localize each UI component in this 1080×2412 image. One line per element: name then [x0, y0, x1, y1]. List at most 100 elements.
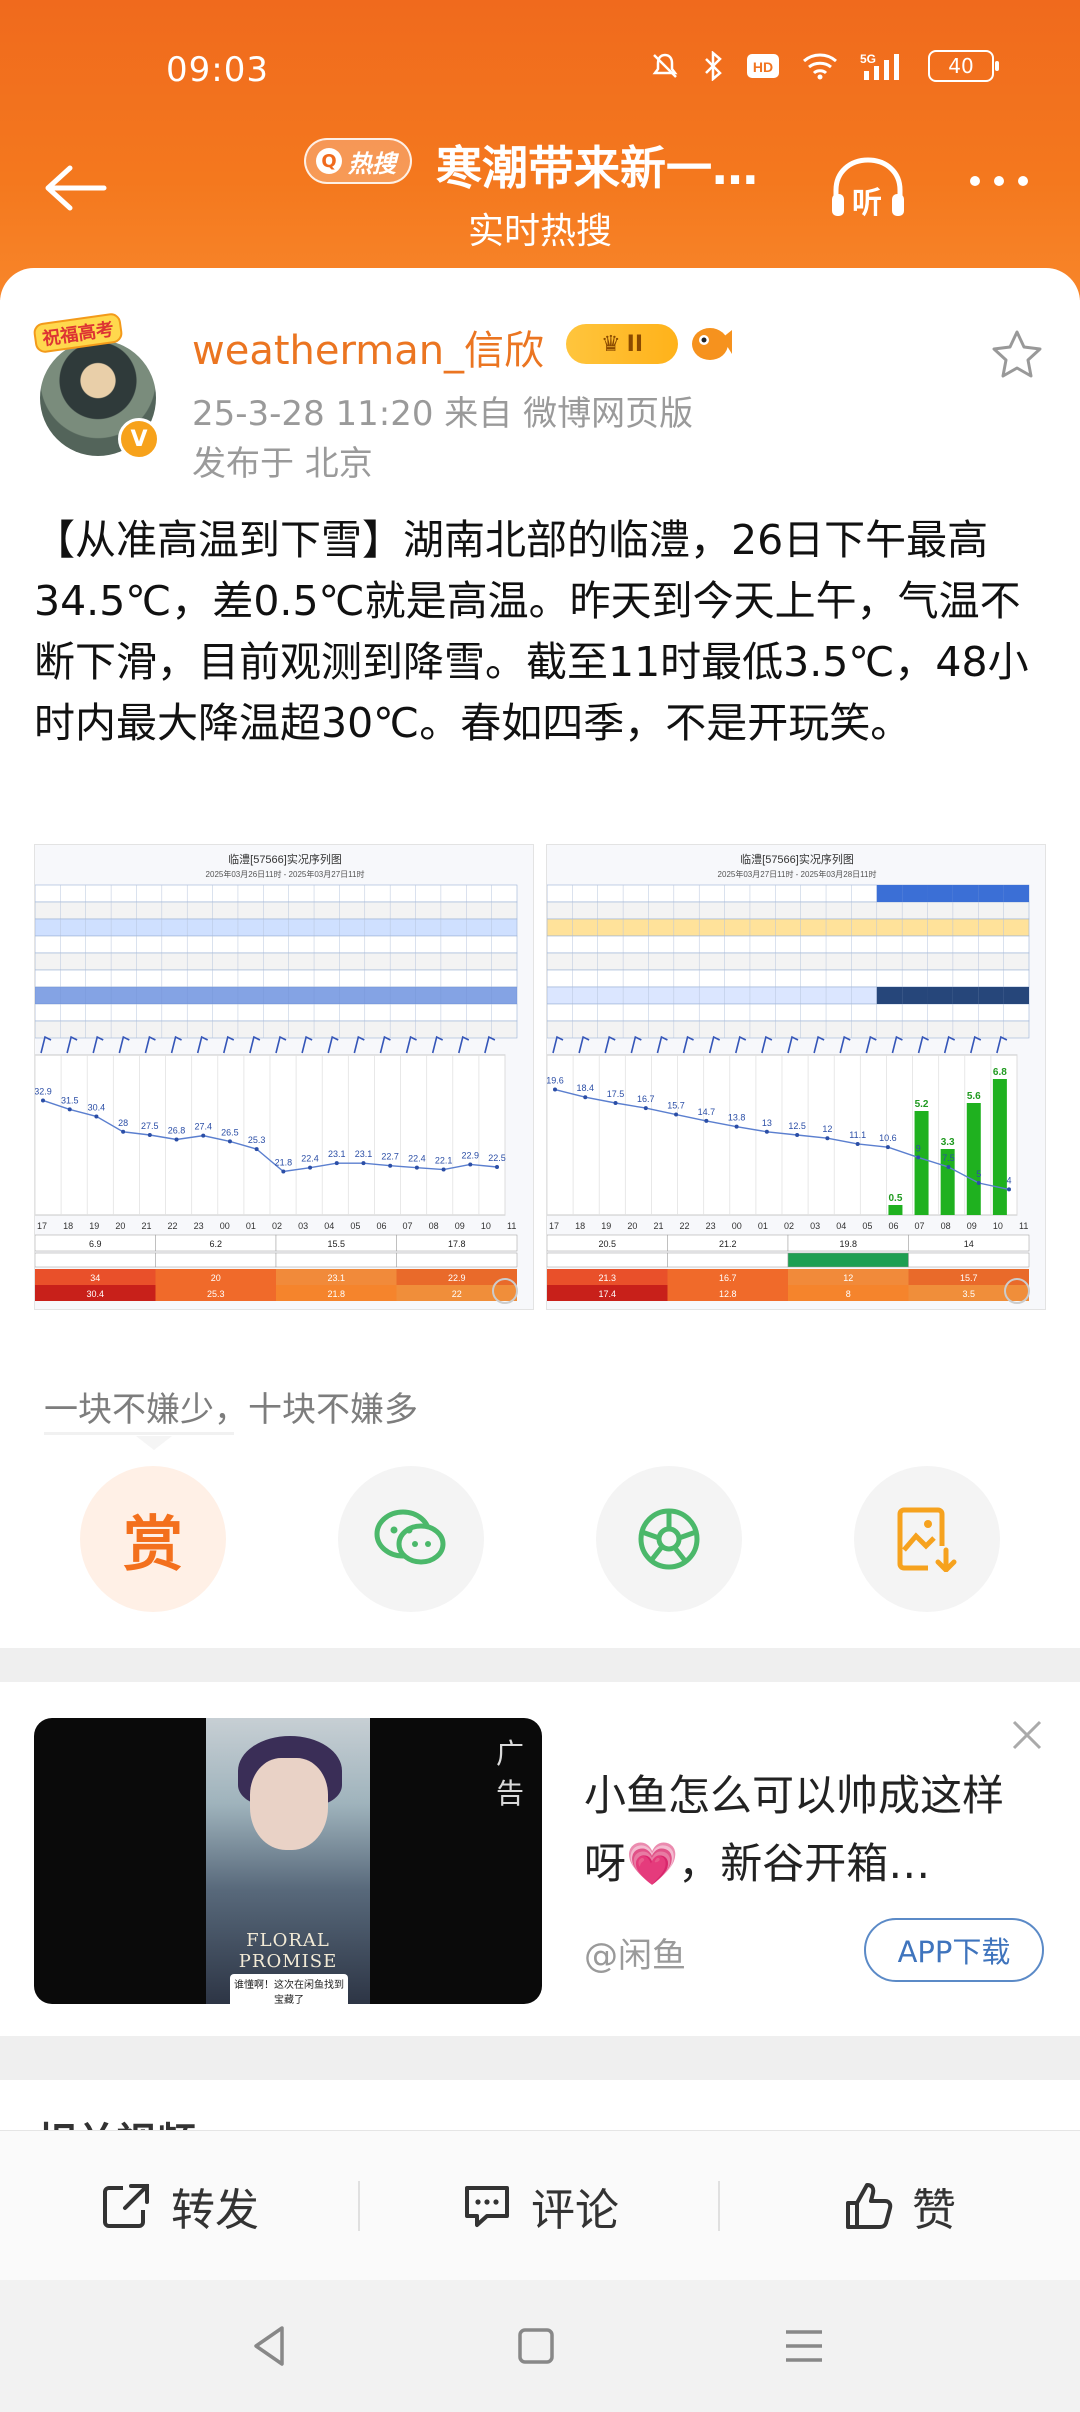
chart-table-row — [35, 1003, 518, 1022]
precip-label: 5.6 — [967, 1091, 981, 1102]
ad-media[interactable]: FLORAL PROMISE 谁懂啊！这次在闲鱼找到宝藏了 广告 — [34, 1718, 542, 2004]
status-icons: HD 5G 40 — [650, 50, 999, 82]
share-moments-button[interactable] — [596, 1466, 742, 1612]
precip-bar — [888, 1205, 903, 1215]
temperature-point — [795, 1133, 800, 1137]
temperature-point — [361, 1161, 366, 1166]
summary-lo-value: 8 — [846, 1289, 851, 1299]
comment-label: 评论 — [531, 2185, 619, 2236]
temperature-label: 27.5 — [141, 1121, 159, 1131]
reward-tip: 一块不嫌少，十块不嫌多 — [44, 1390, 418, 1430]
avatar-wrap[interactable]: 祝福高考 V — [32, 312, 160, 460]
temperature-label: 22.4 — [408, 1154, 426, 1164]
hour-label: 20 — [627, 1221, 637, 1231]
chart-title: 临澧[57566]实况序列图 — [228, 852, 342, 866]
temperature-label: 7.5 — [942, 1153, 955, 1163]
temperature-point — [704, 1118, 709, 1123]
summary-value: 14 — [964, 1239, 974, 1249]
temperature-point — [764, 1129, 769, 1134]
summary-cell — [547, 1252, 668, 1268]
temperature-label: 26.5 — [221, 1127, 239, 1137]
fan-badge-icon[interactable] — [688, 322, 734, 364]
summary-cell — [787, 1252, 909, 1268]
crown-icon: ♛ — [600, 331, 621, 357]
vip-level: II — [626, 331, 644, 357]
nav-title[interactable]: 寒潮带来新一… — [436, 132, 758, 198]
hour-label: 21 — [653, 1221, 663, 1231]
weather-chart-image-2[interactable]: 临澧[57566]实况序列图 2025年03月27日11时 - 2025年03月2… — [546, 844, 1046, 1310]
listen-button[interactable]: 听 — [828, 154, 908, 224]
repost-icon — [103, 2184, 149, 2228]
ad-card[interactable]: FLORAL PROMISE 谁懂啊！这次在闲鱼找到宝藏了 广告 小鱼怎么可以帅… — [0, 1682, 1080, 2036]
like-button[interactable]: 赞 — [720, 2131, 1080, 2281]
comment-button[interactable]: 评论 — [360, 2131, 720, 2281]
hour-label: 22 — [168, 1221, 178, 1231]
system-back-icon[interactable] — [242, 2318, 298, 2374]
precip-label: 6.8 — [993, 1067, 1007, 1078]
favorite-star-icon[interactable] — [990, 328, 1044, 382]
summary-hi-value: 12 — [843, 1273, 853, 1283]
hot-search-badge[interactable]: Q 热搜 — [304, 138, 412, 184]
temperature-point — [468, 1162, 473, 1167]
hour-label: 05 — [350, 1221, 360, 1231]
chart-highlight-cell — [876, 987, 903, 1004]
temperature-point — [495, 1165, 499, 1169]
search-icon: Q — [316, 148, 342, 174]
hour-label: 08 — [429, 1221, 439, 1231]
hour-label: 21 — [141, 1221, 151, 1231]
precip-label: 5.2 — [915, 1099, 929, 1110]
temperature-point — [613, 1101, 618, 1105]
nav-subtitle: 实时热搜 — [467, 211, 612, 252]
hour-label: 00 — [732, 1221, 742, 1231]
summary-value: 20.5 — [598, 1239, 616, 1249]
vip-badge[interactable]: ♛ II — [566, 324, 678, 364]
chart-table-row — [547, 1003, 1030, 1022]
system-menu-icon[interactable] — [776, 2318, 832, 2374]
temperature-label: 4 — [1006, 1175, 1011, 1185]
temperature-label: 17.5 — [607, 1089, 625, 1099]
username[interactable]: weatherman_信欣 — [192, 318, 544, 376]
wifi-icon — [803, 53, 837, 80]
temperature-point — [334, 1161, 339, 1166]
temperature-point — [254, 1147, 259, 1152]
temperature-point — [308, 1165, 313, 1170]
chart-highlight-cell — [902, 885, 928, 902]
chart-subtitle: 2025年03月27日11时 - 2025年03月28日11时 — [718, 869, 877, 879]
system-home-icon[interactable] — [508, 2318, 564, 2374]
temperature-label: 12.5 — [788, 1121, 806, 1131]
hour-label: 04 — [324, 1221, 334, 1231]
chart-table-row — [547, 935, 1030, 954]
summary-hi-value: 20 — [211, 1273, 221, 1283]
temperature-label: 16.7 — [637, 1094, 655, 1104]
summary-cell — [35, 1252, 156, 1268]
temperature-point — [1007, 1187, 1011, 1192]
hour-label: 02 — [784, 1221, 794, 1231]
hour-label: 08 — [941, 1221, 951, 1231]
temperature-label: 22.1 — [435, 1156, 453, 1166]
temperature-label: 11.1 — [849, 1130, 866, 1140]
verified-icon: V — [118, 418, 160, 460]
share-wechat-button[interactable] — [338, 1466, 484, 1612]
app-download-button[interactable]: APP下载 — [864, 1918, 1044, 1982]
temperature-label: 23.1 — [328, 1149, 346, 1159]
chart-subtitle: 2025年03月26日11时 - 2025年03月27日11时 — [206, 869, 365, 879]
close-icon[interactable] — [1010, 1718, 1044, 1752]
chart-table-row — [547, 969, 1030, 988]
temperature-label: 15.7 — [667, 1101, 685, 1111]
hour-label: 05 — [862, 1221, 872, 1231]
ad-title[interactable]: 小鱼怎么可以帅成这样呀💗，新谷开箱… — [584, 1762, 1024, 1898]
temperature-label: 25.3 — [248, 1135, 266, 1145]
save-image-button[interactable] — [854, 1466, 1000, 1612]
weather-chart-image-1[interactable]: 临澧[57566]实况序列图 2025年03月26日11时 - 2025年03月2… — [34, 844, 534, 1310]
more-button[interactable] — [970, 176, 1040, 196]
temperature-point — [885, 1145, 890, 1150]
reward-button[interactable]: 赏 — [80, 1466, 226, 1612]
hour-label: 09 — [455, 1221, 465, 1231]
hour-label: 19 — [601, 1221, 611, 1231]
temperature-point — [825, 1136, 830, 1141]
wechat-icon — [374, 1509, 446, 1565]
repost-button[interactable]: 转发 — [0, 2131, 360, 2281]
system-nav-bar — [0, 2280, 1080, 2412]
chart-table-row — [35, 1020, 518, 1039]
summary-lo-value: 12.8 — [719, 1289, 737, 1299]
